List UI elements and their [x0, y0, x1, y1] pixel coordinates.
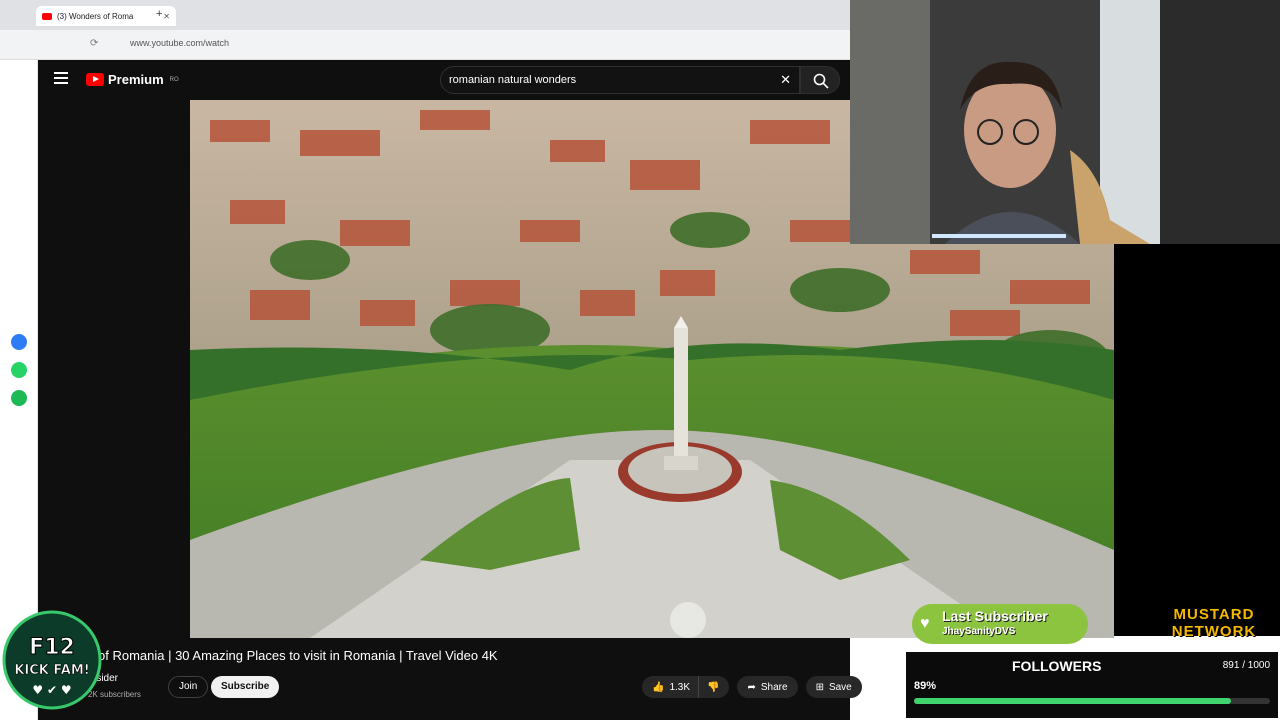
mustard-network-logo: MUSTARD NETWORK: [1154, 606, 1274, 644]
last-subscriber-name: JhaySanityDVS: [942, 626, 1016, 637]
save-icon: ⊞: [815, 681, 824, 693]
screen: (3) Wonders of Roma ✕ + ⟳ www.youtube.co…: [0, 0, 1280, 720]
search-icon: [813, 73, 829, 89]
like-count: 1.3K: [669, 681, 691, 693]
followers-progress-track: [914, 698, 1270, 704]
save-label: Save: [828, 681, 852, 693]
youtube-masthead: Premium RO ✕: [38, 60, 850, 100]
clear-search-icon[interactable]: ✕: [780, 72, 791, 88]
join-button[interactable]: Join: [168, 676, 209, 698]
heart-icon: ♥: [920, 615, 930, 632]
followers-count: 891 / 1000: [1222, 660, 1270, 671]
svg-text:♥ ✔ ♥: ♥ ✔ ♥: [32, 683, 71, 697]
last-subscriber-widget: ♥ Last Subscriber JhaySanityDVS: [912, 604, 1088, 644]
followers-percent: 89%: [914, 680, 937, 692]
share-label: Share: [760, 681, 788, 693]
f12-badge: F12 KICK FAM! ♥ ✔ ♥: [0, 604, 110, 720]
logo-text: Premium: [108, 72, 164, 87]
thumbs-down-icon: 👎: [707, 681, 720, 693]
whatsapp-icon[interactable]: [11, 362, 27, 378]
followers-goal-widget: FOLLOWERS 891 / 1000 89%: [904, 650, 1280, 720]
video-side-bar: [1114, 244, 1280, 636]
browser-tabstrip: (3) Wonders of Roma ✕ +: [0, 0, 850, 30]
followers-progress-fill: [914, 698, 1231, 704]
brand-line2: NETWORK: [1171, 623, 1257, 640]
reload-icon[interactable]: ⟳: [90, 38, 98, 49]
address-bar[interactable]: ⟳ www.youtube.com/watch: [0, 30, 850, 60]
share-button[interactable]: ➦ Share: [737, 676, 798, 698]
logo-region: RO: [169, 76, 179, 83]
save-button[interactable]: ⊞ Save: [805, 676, 862, 698]
webcam-overlay: [850, 0, 1280, 244]
brand-line1: MUSTARD: [1173, 606, 1255, 623]
share-icon: ➦: [747, 681, 756, 693]
search-box: ✕: [440, 66, 800, 94]
thumbs-up-icon: 👍: [652, 681, 665, 693]
browser-tab[interactable]: (3) Wonders of Roma ✕: [36, 6, 176, 26]
new-tab-button[interactable]: +: [156, 8, 162, 20]
youtube-favicon-icon: [42, 12, 52, 20]
url-text[interactable]: www.youtube.com/watch: [130, 38, 229, 48]
webcam-feed: [850, 0, 1280, 244]
youtube-logo[interactable]: Premium RO: [86, 72, 179, 87]
search-button[interactable]: [800, 66, 840, 94]
spotify-icon[interactable]: [11, 390, 27, 406]
messenger-icon[interactable]: [11, 334, 27, 350]
subscribe-button[interactable]: Subscribe: [211, 676, 280, 698]
video-title: of Romania | 30 Amazing Places to visit …: [98, 648, 498, 663]
last-subscriber-title: Last Subscriber: [942, 608, 1048, 624]
video-actions: 👍 1.3K 👎 ➦ Share ⊞ Save: [642, 676, 862, 698]
followers-title: FOLLOWERS: [1012, 658, 1102, 674]
menu-icon[interactable]: [54, 72, 68, 84]
close-tab-icon[interactable]: ✕: [163, 12, 170, 21]
tab-title: (3) Wonders of Roma: [57, 11, 134, 21]
webcam-bar: [932, 234, 1066, 238]
f12-logo: F12 KICK FAM! ♥ ✔ ♥: [2, 610, 102, 710]
youtube-play-icon: [86, 73, 104, 86]
svg-text:F12: F12: [29, 635, 75, 660]
youtube-page: Premium RO ✕: [38, 60, 1114, 720]
search-input[interactable]: [449, 72, 769, 88]
dislike-button[interactable]: 👎: [698, 676, 730, 698]
like-button[interactable]: 👍 1.3K: [642, 676, 699, 698]
svg-text:KICK FAM!: KICK FAM!: [14, 663, 89, 678]
